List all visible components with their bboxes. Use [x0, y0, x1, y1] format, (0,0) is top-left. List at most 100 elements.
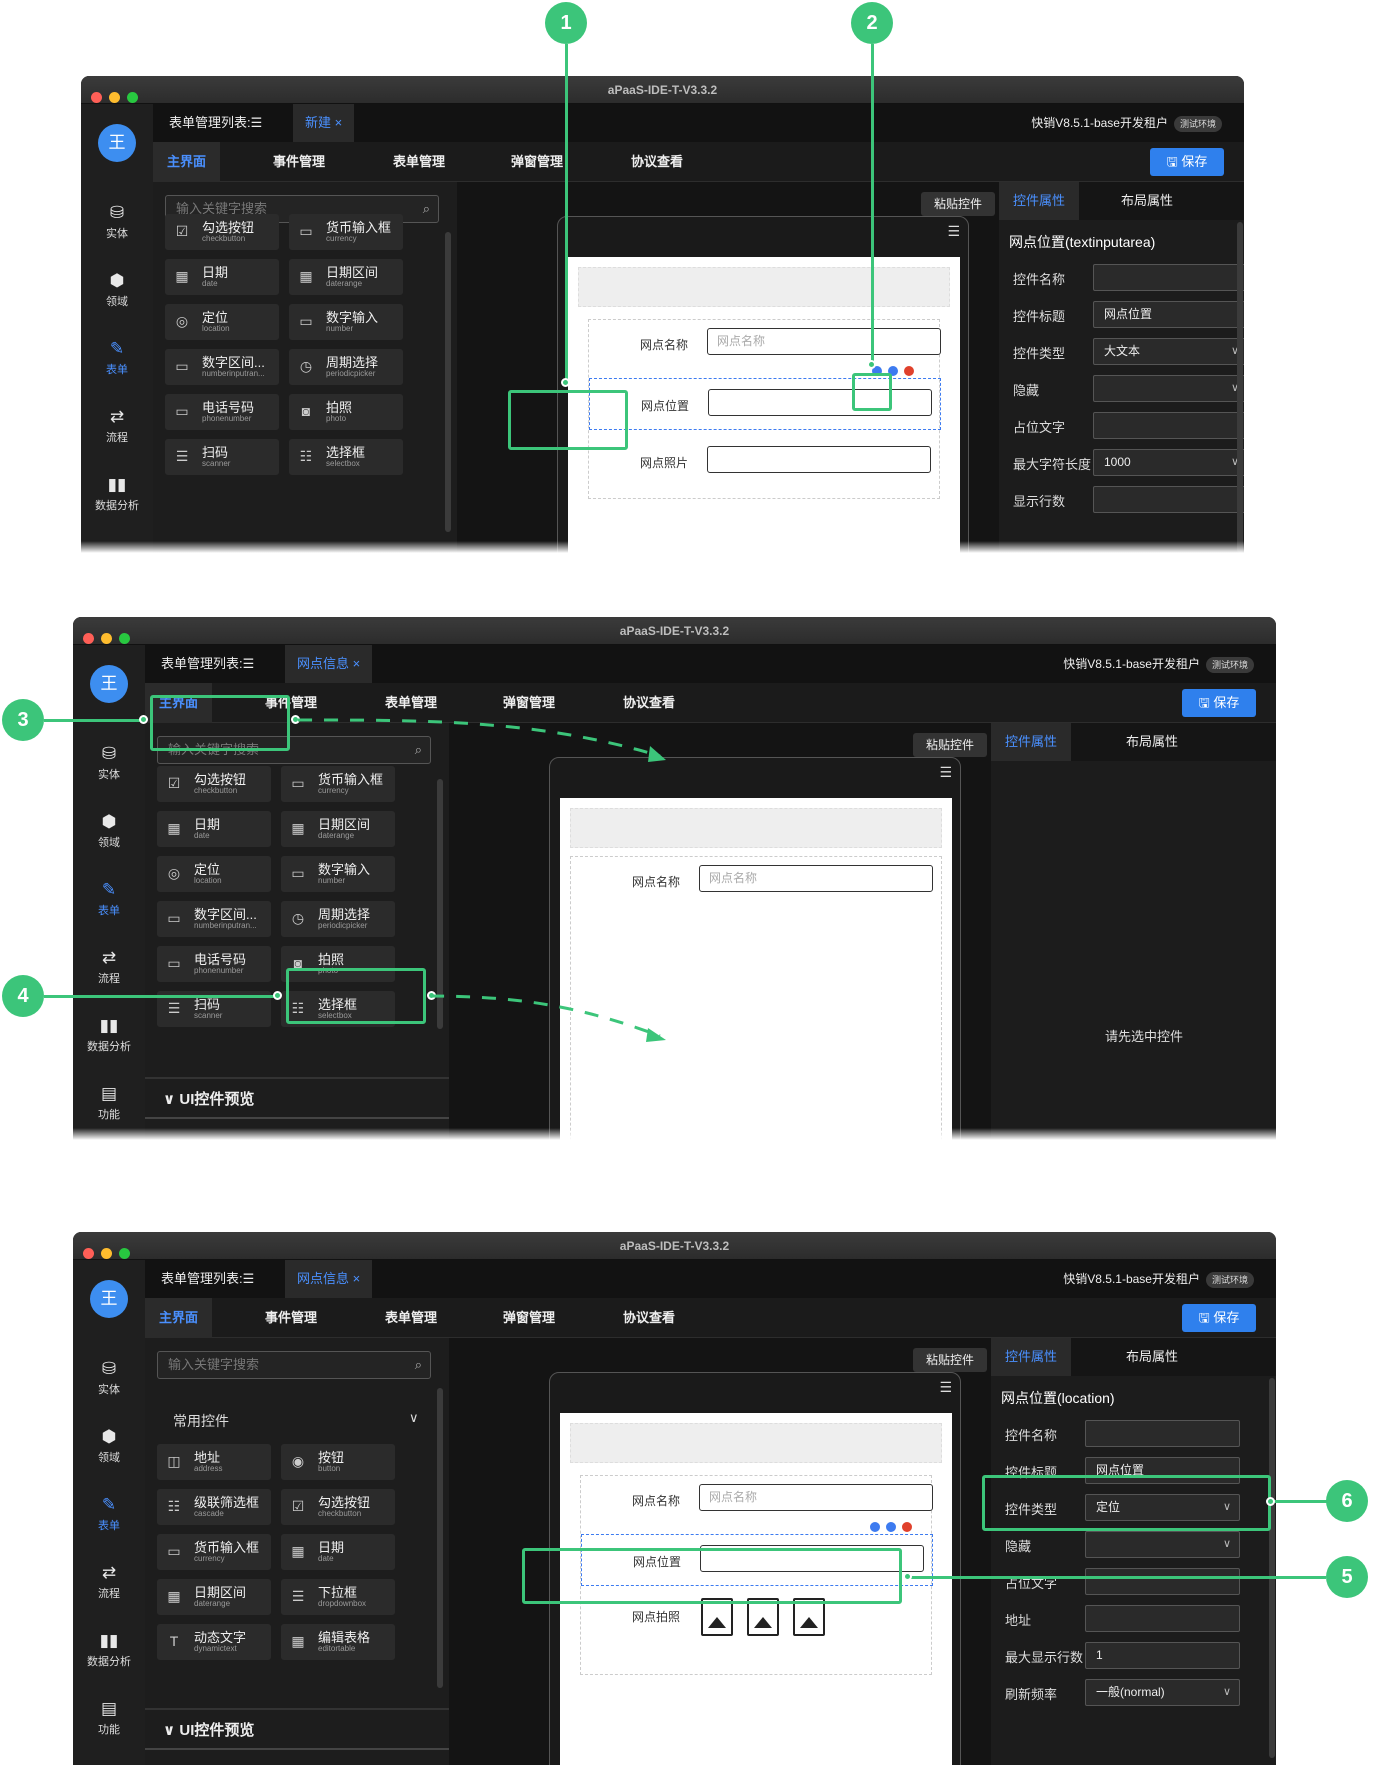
scrollbar[interactable] [1237, 222, 1243, 553]
tab-control-props[interactable]: 控件属性 [991, 723, 1072, 761]
component-button[interactable]: ◉ 按钮 button [281, 1444, 395, 1480]
hamburger-icon[interactable]: ☰ [939, 1379, 952, 1396]
component-numberinputran[interactable]: ▭ 数字区间... numberinputran... [157, 901, 271, 937]
sidebar-item-form[interactable]: ✎ 表单 [73, 881, 145, 918]
property-select[interactable]: 大文本 ∨ [1093, 338, 1244, 365]
tab-main[interactable]: 主界面 [153, 142, 221, 182]
delete-icon[interactable] [903, 365, 915, 377]
tab-forms[interactable]: 表单管理 [385, 1298, 437, 1338]
hamburger-icon[interactable]: ☰ [947, 223, 960, 240]
field-input-location[interactable] [708, 389, 932, 416]
paste-control-button[interactable]: 粘贴控件 [913, 1348, 987, 1372]
paste-control-button[interactable]: 粘贴控件 [913, 733, 987, 757]
sidebar-item-domain[interactable]: ⬢ 领域 [81, 272, 153, 309]
sidebar-item-entity[interactable]: ⛁ 实体 [73, 745, 145, 782]
delete-icon[interactable] [901, 1521, 913, 1533]
tab-document[interactable]: 新建 × [293, 104, 355, 142]
search-input[interactable]: 输入关键字搜索 ⌕ [157, 1351, 431, 1379]
component-date[interactable]: ▦ 日期 date [165, 259, 279, 295]
component-phonenumber[interactable]: ▭ 电话号码 phonenumber [165, 394, 279, 430]
tab-events[interactable]: 事件管理 [273, 142, 325, 182]
sidebar-item-domain[interactable]: ⬢ 领域 [73, 813, 145, 850]
sidebar-item-function[interactable]: ▤ 功能 [73, 1700, 145, 1737]
tab-protocol[interactable]: 协议查看 [631, 142, 683, 182]
save-button[interactable]: 🖫 保存 [1182, 689, 1256, 717]
property-input[interactable] [1093, 486, 1244, 513]
component-number[interactable]: ▭ 数字输入 number [289, 304, 403, 340]
property-input[interactable] [1093, 264, 1244, 291]
search-icon[interactable]: ⌕ [415, 1352, 422, 1378]
sidebar-item-form[interactable]: ✎ 表单 [73, 1496, 145, 1533]
tab-popups[interactable]: 弹窗管理 [511, 142, 563, 182]
component-location[interactable]: ◎ 定位 location [157, 856, 271, 892]
component-selectbox[interactable]: ☷ 选择框 selectbox [289, 439, 403, 475]
component-checkbutton[interactable]: ☑ 勾选按钮 checkbutton [165, 214, 279, 250]
tab-layout-props[interactable]: 布局属性 [1126, 723, 1178, 761]
property-select[interactable]: 一般(normal) ∨ [1085, 1679, 1240, 1706]
scrollbar[interactable] [1269, 1378, 1275, 1758]
property-input[interactable] [1085, 1420, 1240, 1447]
component-daterange[interactable]: ▦ 日期区间 daterange [289, 259, 403, 295]
scrollbar[interactable] [437, 1388, 443, 1688]
paste-control-button[interactable]: 粘贴控件 [921, 192, 995, 216]
ui-preview-header[interactable]: ∨ UI控件预览 [163, 1088, 254, 1109]
tab-layout-props[interactable]: 布局属性 [1121, 182, 1173, 220]
tab-popups[interactable]: 弹窗管理 [503, 1298, 555, 1338]
tab-form-list[interactable]: 表单管理列表:☰ [149, 1260, 266, 1298]
component-checkbutton[interactable]: ☑ 勾选按钮 checkbutton [281, 1489, 395, 1525]
sidebar-item-entity[interactable]: ⛁ 实体 [81, 204, 153, 241]
component-checkbutton[interactable]: ☑ 勾选按钮 checkbutton [157, 766, 271, 802]
property-input[interactable] [1085, 1568, 1240, 1595]
save-button[interactable]: 🖫 保存 [1150, 148, 1224, 176]
component-numberinputran[interactable]: ▭ 数字区间... numberinputran... [165, 349, 279, 385]
component-currency[interactable]: ▭ 货币输入框 currency [157, 1534, 271, 1570]
component-address[interactable]: ◫ 地址 address [157, 1444, 271, 1480]
sidebar-item-flow[interactable]: ⇄ 流程 [81, 408, 153, 445]
tab-form-list[interactable]: 表单管理列表:☰ [157, 104, 274, 142]
copy-icon[interactable] [869, 1521, 881, 1533]
avatar[interactable]: 王 [98, 124, 136, 162]
sidebar-item-domain[interactable]: ⬢ 领域 [73, 1428, 145, 1465]
sidebar-item-function[interactable]: ▤ 功能 [73, 1085, 145, 1122]
search-icon[interactable]: ⌕ [423, 196, 430, 222]
property-input[interactable]: 1 [1085, 1642, 1240, 1669]
property-select[interactable]: ∨ [1093, 375, 1244, 402]
component-periodicpicker[interactable]: ◷ 周期选择 periodicpicker [289, 349, 403, 385]
sidebar-item-flow[interactable]: ⇄ 流程 [73, 1564, 145, 1601]
tab-main[interactable]: 主界面 [145, 1298, 213, 1338]
avatar[interactable]: 王 [90, 1280, 128, 1318]
component-photo[interactable]: ◙ 拍照 photo [289, 394, 403, 430]
duplicate-icon[interactable] [885, 1521, 897, 1533]
tab-document[interactable]: 网点信息 × [285, 645, 373, 683]
property-select[interactable]: 1000 ∨ [1093, 449, 1244, 476]
tab-document[interactable]: 网点信息 × [285, 1260, 373, 1298]
sidebar-item-analytics[interactable]: ▮▮ 数据分析 [81, 476, 153, 513]
field-input-photo[interactable] [707, 446, 931, 473]
component-daterange[interactable]: ▦ 日期区间 daterange [157, 1579, 271, 1615]
chevron-down-icon[interactable]: ∨ [409, 1410, 419, 1426]
component-dropdownbox[interactable]: ☰ 下拉框 dropdownbox [281, 1579, 395, 1615]
component-date[interactable]: ▦ 日期 date [157, 811, 271, 847]
tab-layout-props[interactable]: 布局属性 [1126, 1338, 1178, 1376]
close-icon[interactable]: × [353, 656, 361, 671]
component-dynamictext[interactable]: T 动态文字 dynamictext [157, 1624, 271, 1660]
component-cascade[interactable]: ☷ 级联筛选框 cascade [157, 1489, 271, 1525]
tab-forms[interactable]: 表单管理 [393, 142, 445, 182]
component-date[interactable]: ▦ 日期 date [281, 1534, 395, 1570]
component-currency[interactable]: ▭ 货币输入框 currency [289, 214, 403, 250]
sidebar-item-form[interactable]: ✎ 表单 [81, 340, 153, 377]
tab-control-props[interactable]: 控件属性 [991, 1338, 1072, 1376]
scrollbar[interactable] [445, 232, 451, 532]
component-phonenumber[interactable]: ▭ 电话号码 phonenumber [157, 946, 271, 982]
sidebar-item-entity[interactable]: ⛁ 实体 [73, 1360, 145, 1397]
tab-control-props[interactable]: 控件属性 [999, 182, 1080, 220]
tab-form-list[interactable]: 表单管理列表:☰ [149, 645, 266, 683]
field-input-name[interactable]: 网点名称 [699, 1484, 933, 1511]
sidebar-item-analytics[interactable]: ▮▮ 数据分析 [73, 1017, 145, 1054]
component-location[interactable]: ◎ 定位 location [165, 304, 279, 340]
save-button[interactable]: 🖫 保存 [1182, 1304, 1256, 1332]
sidebar-item-flow[interactable]: ⇄ 流程 [73, 949, 145, 986]
property-input[interactable] [1085, 1605, 1240, 1632]
hamburger-icon[interactable]: ☰ [939, 764, 952, 781]
property-input[interactable]: 网点位置 [1093, 301, 1244, 328]
